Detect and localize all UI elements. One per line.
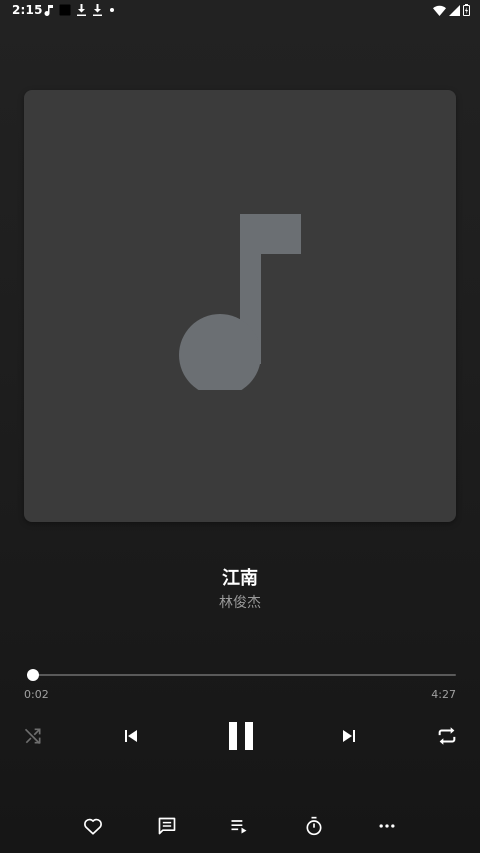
player-screen: 2:15 江南 林俊杰 0:02 4:27 [0,0,480,853]
download-icon [76,1,87,20]
music-note-icon [44,1,54,20]
shuffle-button[interactable] [18,721,48,751]
favorite-button[interactable] [79,812,107,840]
status-time: 2:15 [12,3,43,17]
elapsed-time: 0:02 [24,688,49,701]
seek-thumb[interactable] [27,669,40,681]
next-button[interactable] [334,721,364,751]
skip-next-icon [343,730,355,742]
download-icon [92,1,103,20]
previous-button[interactable] [116,721,146,751]
battery-icon [463,1,470,20]
track-artist[interactable]: 林俊杰 [0,592,480,612]
seek-track [30,674,456,676]
pause-icon [229,722,253,750]
shuffle-icon [24,728,41,745]
queue-icon [231,820,247,834]
heart-icon [84,818,102,835]
wifi-icon [433,1,446,20]
notification-icons [44,3,121,17]
music-note-icon [179,214,301,390]
repeat-icon [438,727,456,745]
timer-icon [306,816,322,836]
system-status-icons [430,3,470,17]
dot-icon [108,1,116,20]
play-pause-button[interactable] [220,714,262,758]
status-bar: 2:15 [0,0,480,22]
cellular-signal-icon [449,1,460,20]
album-art [24,90,456,522]
sleep-timer-button[interactable] [300,812,328,840]
more-icon [379,824,395,828]
track-title: 江南 [222,568,258,589]
skip-previous-icon [125,730,137,742]
queue-button[interactable] [225,812,253,840]
more-options-button[interactable] [373,812,401,840]
comments-button[interactable] [153,812,181,840]
repeat-button[interactable] [432,721,462,751]
comment-icon [158,817,176,835]
total-time: 4:27 [431,688,456,701]
seek-bar[interactable] [27,669,456,681]
app-square-icon [58,1,72,20]
